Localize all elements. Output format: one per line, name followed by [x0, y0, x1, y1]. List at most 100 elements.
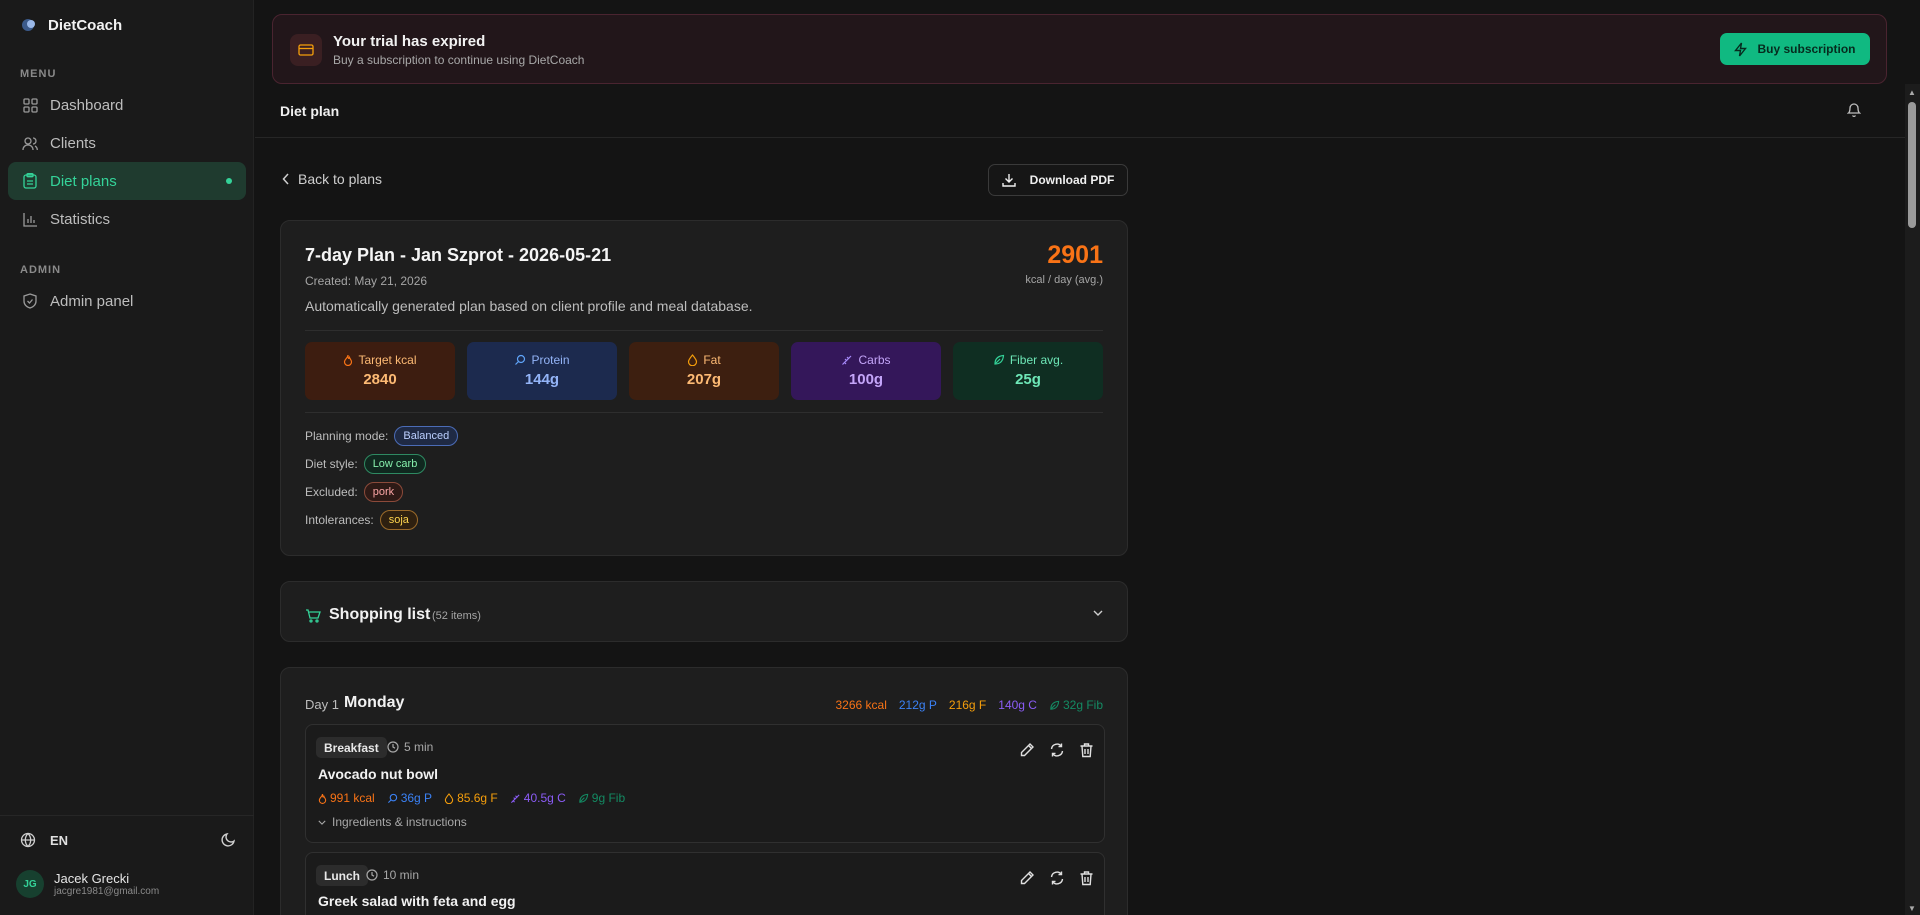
leaf-icon	[994, 354, 1004, 365]
user-profile[interactable]: JG Jacek Grecki jacgre1981@gmail.com	[16, 870, 159, 898]
scroll-up-arrow[interactable]: ▲	[1908, 88, 1916, 97]
meal-macros: 991 kcal 36g P 85.6g F 40.5g C 9g Fib	[318, 791, 625, 805]
meal-fiber-value: 9g Fib	[591, 791, 626, 805]
delete-meal-button[interactable]	[1079, 870, 1094, 886]
ingredients-label: Ingredients & instructions	[332, 815, 467, 829]
planning-mode-row: Planning mode: Balanced	[305, 426, 459, 446]
swap-meal-button[interactable]	[1049, 742, 1065, 758]
prop-label: Excluded:	[305, 485, 358, 499]
macro-protein: Protein 144g	[467, 342, 617, 400]
day-carbs: 140g C	[998, 698, 1037, 712]
meal-fiber: 9g Fib	[578, 791, 625, 805]
refresh-icon	[1050, 743, 1064, 757]
leaf-icon	[579, 793, 589, 803]
swap-meal-button[interactable]	[1049, 870, 1065, 886]
meal-kcal: 991 kcal	[318, 791, 375, 805]
cart-icon	[305, 609, 321, 623]
shopping-list-title: Shopping list	[329, 606, 431, 623]
sidebar-item-dashboard[interactable]: Dashboard	[8, 86, 246, 124]
edit-meal-button[interactable]	[1019, 742, 1035, 758]
day-kcal: 3266 kcal	[835, 698, 887, 712]
meal-prep-time: 5 min	[387, 740, 433, 754]
sidebar-item-statistics[interactable]: Statistics	[8, 200, 246, 238]
edit-meal-button[interactable]	[1019, 870, 1035, 886]
clock-icon	[366, 869, 378, 881]
protein-icon	[515, 354, 526, 365]
banner-subtitle: Buy a subscription to continue using Die…	[333, 53, 585, 67]
meal-carbs-value: 40.5g C	[523, 791, 566, 805]
meal-kcal-value: 991 kcal	[330, 791, 375, 805]
shield-icon	[22, 293, 38, 309]
wheat-icon	[842, 355, 852, 365]
meal-time-value: 5 min	[404, 740, 434, 754]
meal-card-breakfast: Breakfast 5 min Avocado nut bowl 991 kca…	[305, 724, 1105, 843]
meal-type-tag: Breakfast	[316, 737, 387, 758]
meal-name: Greek salad with feta and egg	[318, 893, 516, 909]
scrollbar[interactable]: ▲ ▼	[1905, 84, 1920, 915]
shopping-list-count: (52 items)	[432, 610, 481, 622]
protein-icon	[387, 793, 397, 803]
brand-name: DietCoach	[48, 16, 123, 34]
macro-value: 144g	[524, 371, 560, 388]
macro-label: Fiber avg.	[1009, 353, 1064, 367]
credit-card-icon	[290, 34, 322, 66]
active-indicator	[226, 178, 232, 184]
theme-toggle[interactable]	[221, 832, 236, 847]
notifications-button[interactable]	[1847, 102, 1861, 117]
page-header: Diet plan	[255, 92, 1905, 138]
sidebar-item-diet-plans[interactable]: Diet plans	[8, 162, 246, 200]
logo-icon	[22, 19, 35, 31]
trial-expired-banner: Your trial has expired Buy a subscriptio…	[272, 14, 1887, 84]
macro-label: Carbs	[858, 353, 891, 367]
shopping-list-card[interactable]: Shopping list (52 items)	[280, 581, 1128, 642]
brand[interactable]: DietCoach	[20, 16, 122, 34]
scrollbar-thumb[interactable]	[1908, 102, 1916, 228]
macro-label: Protein	[531, 353, 570, 367]
meal-carbs: 40.5g C	[510, 791, 566, 805]
trash-icon	[1080, 743, 1093, 758]
prop-label: Planning mode:	[305, 429, 389, 443]
delete-meal-button[interactable]	[1079, 742, 1094, 758]
grid-icon	[22, 97, 38, 113]
planning-mode-chip: Balanced	[394, 426, 459, 446]
menu-section-label: MENU	[20, 68, 57, 80]
download-icon	[1001, 174, 1016, 187]
plan-created-date: Created: May 21, 2026	[305, 274, 428, 288]
macro-value: 2840	[363, 371, 397, 388]
macro-target-kcal: Target kcal 2840	[305, 342, 455, 400]
macro-fiber: Fiber avg. 25g	[953, 342, 1103, 400]
day-fat: 216g F	[948, 698, 987, 712]
meal-name: Avocado nut bowl	[318, 766, 439, 782]
droplet-icon	[444, 792, 454, 804]
admin-section-label: ADMIN	[20, 264, 62, 276]
sidebar-item-label: Statistics	[50, 210, 111, 228]
back-to-plans-link[interactable]: Back to plans	[282, 171, 382, 187]
sidebar-item-clients[interactable]: Clients	[8, 124, 246, 162]
banner-title: Your trial has expired	[333, 33, 486, 50]
sidebar-item-admin-panel[interactable]: Admin panel	[8, 282, 246, 320]
leaf-icon	[1050, 700, 1060, 710]
download-pdf-button[interactable]: Download PDF	[988, 164, 1128, 196]
day-card: Day 1 Monday 3266 kcal 212g P 216g F 140…	[280, 667, 1128, 915]
scroll-down-arrow[interactable]: ▼	[1908, 904, 1916, 913]
language-switcher[interactable]: EN	[20, 832, 68, 848]
sidebar-item-label: Dashboard	[50, 96, 124, 114]
page-title: Diet plan	[280, 103, 340, 119]
meal-fat: 85.6g F	[444, 791, 498, 805]
meal-type-tag: Lunch	[316, 865, 368, 886]
globe-icon	[20, 832, 36, 848]
day-macros: 3266 kcal 212g P 216g F 140g C 32g Fib	[835, 698, 1103, 712]
day-name: Monday	[344, 694, 405, 711]
meal-fat-value: 85.6g F	[457, 791, 498, 805]
ingredients-toggle[interactable]: Ingredients & instructions	[318, 815, 467, 829]
language-code: EN	[50, 832, 69, 848]
avg-kcal-unit: kcal / day (avg.)	[1025, 274, 1103, 286]
sidebar-item-label: Admin panel	[50, 292, 134, 310]
divider	[305, 330, 1103, 331]
meal-actions	[1019, 742, 1094, 758]
buy-subscription-button[interactable]: Buy subscription	[1720, 33, 1870, 65]
moon-icon	[221, 832, 236, 847]
chevron-down-icon[interactable]	[1093, 610, 1103, 616]
meal-actions	[1019, 870, 1094, 886]
macro-value: 100g	[848, 371, 884, 388]
